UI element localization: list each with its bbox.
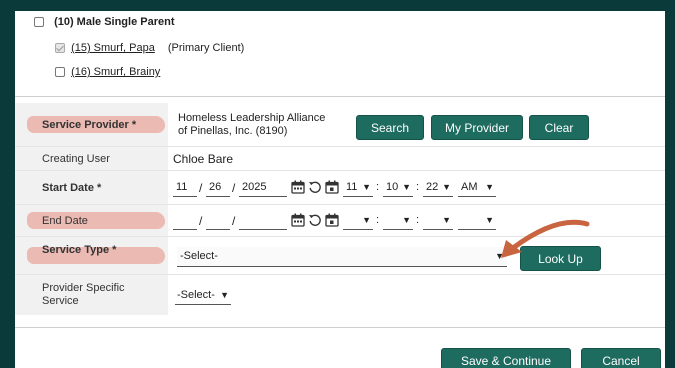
start-hour-select[interactable]: 11 ▼ xyxy=(343,178,373,197)
start-ampm-select[interactable]: AM ▼ xyxy=(458,178,496,197)
date-separator: / xyxy=(232,214,236,228)
member-link-papa[interactable]: (15) Smurf, Papa xyxy=(71,42,155,54)
time-separator: : xyxy=(376,181,380,193)
provider-specific-service-row: Provider Specific Service -Select- ▼ xyxy=(15,275,665,315)
chevron-down-icon: ▼ xyxy=(442,182,451,192)
chevron-down-icon: ▼ xyxy=(485,215,494,225)
chevron-down-icon: ▼ xyxy=(485,182,494,192)
service-entry-panel: (10) Male Single Parent (15) Smurf, Papa… xyxy=(15,11,665,368)
end-second-select[interactable]: ▼ xyxy=(423,211,453,230)
reset-icon[interactable] xyxy=(308,213,322,227)
creating-user-value: Chloe Bare xyxy=(173,152,234,166)
provider-specific-service-select[interactable]: -Select- ▼ xyxy=(175,286,231,305)
start-day-input[interactable]: 26 xyxy=(206,178,230,197)
member-link-brainy[interactable]: (16) Smurf, Brainy xyxy=(71,66,160,78)
start-year-input[interactable]: 2025 xyxy=(239,178,287,197)
member-checkbox-papa xyxy=(55,43,65,54)
search-provider-button[interactable]: Search xyxy=(356,115,424,140)
end-day-input[interactable] xyxy=(206,211,230,230)
service-type-select[interactable]: -Select- ▼ xyxy=(177,247,507,267)
chevron-down-icon: ▼ xyxy=(442,215,451,225)
end-month-input[interactable] xyxy=(173,211,197,230)
chevron-down-icon: ▼ xyxy=(220,290,229,300)
start-minute-select[interactable]: 10 ▼ xyxy=(383,178,413,197)
date-separator: / xyxy=(232,181,236,195)
household-parent-label: (10) Male Single Parent xyxy=(54,16,175,28)
clear-provider-button[interactable]: Clear xyxy=(529,115,589,140)
start-date-label: Start Date * xyxy=(15,171,168,205)
household-member-row: (16) Smurf, Brainy xyxy=(55,66,160,78)
household-member-row: (15) Smurf, Papa (Primary Client) xyxy=(55,42,244,54)
time-separator: : xyxy=(416,214,420,226)
save-continue-button[interactable]: Save & Continue xyxy=(441,348,571,368)
member-checkbox-brainy[interactable] xyxy=(55,67,65,78)
start-month-input[interactable]: 11 xyxy=(173,178,197,197)
form-footer: Save & Continue Cancel xyxy=(15,327,665,368)
calendar-icon[interactable] xyxy=(291,180,305,194)
chevron-down-icon: ▼ xyxy=(362,215,371,225)
service-provider-value: Homeless Leadership Alliance of Pinellas… xyxy=(178,112,326,137)
reset-icon[interactable] xyxy=(308,180,322,194)
service-provider-row: Service Provider * Homeless Leadership A… xyxy=(15,103,665,147)
creating-user-row: Creating User Chloe Bare xyxy=(15,147,665,171)
time-separator: : xyxy=(376,214,380,226)
service-type-label: Service Type * xyxy=(15,237,168,275)
my-provider-button[interactable]: My Provider xyxy=(431,115,523,140)
arrow-annotation xyxy=(501,219,590,258)
calendar-today-icon[interactable] xyxy=(325,213,339,227)
chevron-down-icon: ▼ xyxy=(362,182,371,192)
member-note-papa: (Primary Client) xyxy=(167,42,245,54)
end-year-input[interactable] xyxy=(239,211,287,230)
calendar-icon[interactable] xyxy=(291,213,305,227)
household-parent-checkbox[interactable] xyxy=(34,17,44,28)
time-separator: : xyxy=(416,181,420,193)
household-members-section: (10) Male Single Parent (15) Smurf, Papa… xyxy=(15,11,665,97)
calendar-today-icon[interactable] xyxy=(325,180,339,194)
service-form: Service Provider * Homeless Leadership A… xyxy=(15,103,665,325)
end-hour-select[interactable]: ▼ xyxy=(343,211,373,230)
cancel-button[interactable]: Cancel xyxy=(581,348,661,368)
end-ampm-select[interactable]: ▼ xyxy=(458,211,496,230)
chevron-down-icon: ▼ xyxy=(402,215,411,225)
provider-specific-service-label: Provider Specific Service xyxy=(15,275,168,315)
start-second-select[interactable]: 22 ▼ xyxy=(423,178,453,197)
service-provider-label: Service Provider * xyxy=(15,103,168,147)
date-separator: / xyxy=(199,181,203,195)
date-separator: / xyxy=(199,214,203,228)
end-date-label: End Date xyxy=(15,205,168,237)
end-minute-select[interactable]: ▼ xyxy=(383,211,413,230)
start-date-row: Start Date * 11 / 26 / 2025 11 ▼: 10 ▼ … xyxy=(15,171,665,205)
chevron-down-icon: ▼ xyxy=(402,182,411,192)
household-parent-row: (10) Male Single Parent xyxy=(34,16,175,28)
creating-user-label: Creating User xyxy=(15,147,168,171)
